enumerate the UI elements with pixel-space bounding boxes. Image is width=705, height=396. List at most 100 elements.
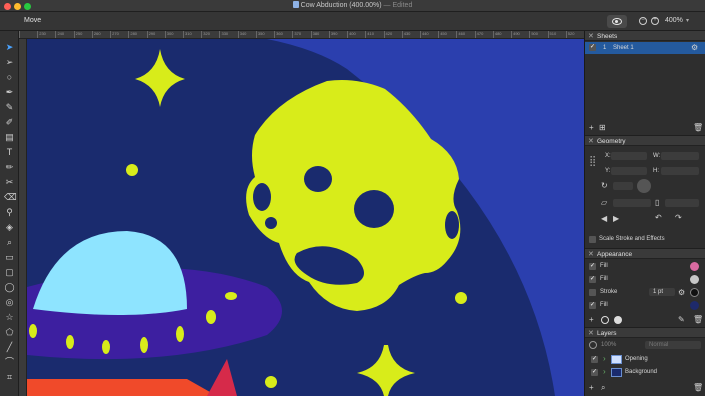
flip-vertical-icon[interactable]: ▶ <box>613 215 619 223</box>
appearance-panel-header[interactable]: ✕ Appearance <box>585 249 705 259</box>
gear-icon[interactable]: ⚙ <box>678 289 685 297</box>
rounded-rect-tool-icon[interactable]: ▢ <box>4 267 15 278</box>
sheet-row[interactable]: ✓ 1 Sheet 1 ⚙ <box>585 42 705 54</box>
dot <box>126 164 138 176</box>
lasso-tool-icon[interactable]: ○ <box>4 72 15 83</box>
opacity-value[interactable]: 100% <box>601 342 616 348</box>
brush-tool-icon[interactable]: ✎ <box>4 102 15 113</box>
ring-tool-icon[interactable]: ◎ <box>4 297 15 308</box>
stroke-swatch[interactable] <box>690 288 699 297</box>
ruler-mark: 300 <box>164 31 173 38</box>
dot <box>455 292 467 304</box>
shear-y-field[interactable] <box>665 199 699 207</box>
w-label: W: <box>653 153 661 159</box>
scale-stroke-checkbox[interactable] <box>589 236 596 243</box>
layers-panel-header[interactable]: ✕ Layers <box>585 328 705 338</box>
arc-tool-icon[interactable]: ⌒ <box>4 357 15 368</box>
layer-row[interactable]: ✓ › Opening <box>585 353 705 366</box>
trash-icon[interactable]: 🗑 <box>693 384 703 392</box>
document-icon <box>292 1 299 8</box>
checkbox[interactable] <box>589 289 596 296</box>
checkbox[interactable]: ✓ <box>591 369 598 376</box>
fill-swatch[interactable] <box>690 275 699 284</box>
fill-label: Fill <box>600 276 608 282</box>
chevron-right-icon[interactable]: › <box>603 355 606 363</box>
trash-icon[interactable]: 🗑 <box>693 124 703 132</box>
x-field[interactable] <box>611 152 647 160</box>
ellipse-tool-icon[interactable]: ◯ <box>4 282 15 293</box>
move-tool-icon[interactable]: ➤ <box>4 42 15 53</box>
sheets-panel-header[interactable]: ✕ Sheets <box>585 31 705 41</box>
checkbox[interactable]: ✓ <box>589 44 596 51</box>
close-icon[interactable]: ✕ <box>588 250 594 258</box>
image-tool-icon[interactable]: ▤ <box>4 132 15 143</box>
appearance-row[interactable]: Stroke 1 pt ⚙ <box>585 287 705 299</box>
pencil-tool-icon[interactable]: ✏ <box>4 162 15 173</box>
fill-swatch[interactable] <box>690 262 699 271</box>
zoom-in-icon[interactable]: + <box>651 17 659 25</box>
stroke-width-field[interactable]: 1 pt <box>649 288 675 296</box>
search-icon[interactable]: ⌕ <box>601 384 605 392</box>
rotate-right-icon[interactable]: ↷ <box>675 214 682 222</box>
fill-tool-icon[interactable]: ◈ <box>4 222 15 233</box>
pen-tool-icon[interactable]: ✒ <box>4 87 15 98</box>
geometry-panel-header[interactable]: ✕ Geometry <box>585 136 705 146</box>
zoom-tool-icon[interactable]: ⌕ <box>4 237 15 248</box>
blend-mode-select[interactable]: Normal <box>645 341 701 349</box>
text-tool-icon[interactable]: T <box>4 147 15 158</box>
canvas[interactable] <box>27 39 584 396</box>
add-icon[interactable]: + <box>589 124 594 132</box>
sheet-number: 1 <box>603 45 607 51</box>
trash-icon[interactable]: 🗑 <box>693 316 703 324</box>
scissors-tool-icon[interactable]: ✂ <box>4 177 15 188</box>
shear-icon[interactable]: ▱ <box>601 199 607 207</box>
rotate-left-icon[interactable]: ↶ <box>655 214 662 222</box>
line-tool-icon[interactable]: ╱ <box>4 342 15 353</box>
rotation-dial[interactable] <box>637 179 651 193</box>
fill-swatch[interactable] <box>690 301 699 310</box>
appearance-row[interactable]: ✓ Fill <box>585 274 705 286</box>
add-icon[interactable]: + <box>589 316 594 324</box>
flip-horizontal-icon[interactable]: ◀ <box>601 215 607 223</box>
checkbox[interactable]: ✓ <box>589 302 596 309</box>
crop-tool-icon[interactable]: ⌗ <box>4 372 15 383</box>
y-field[interactable] <box>611 167 647 175</box>
close-icon[interactable]: ✕ <box>588 329 594 337</box>
lock-icon[interactable]: ▯ <box>655 199 659 207</box>
gear-icon[interactable]: ⚙ <box>691 44 698 52</box>
w-field[interactable] <box>661 152 699 160</box>
close-icon[interactable]: ✕ <box>588 32 594 40</box>
polygon-tool-icon[interactable]: ⬠ <box>4 327 15 338</box>
rectangle-tool-icon[interactable]: ▭ <box>4 252 15 263</box>
sheet-grid-icon[interactable]: ⊞ <box>599 124 606 132</box>
vector-brush-icon[interactable]: ✐ <box>4 117 15 128</box>
checkbox[interactable]: ✓ <box>589 263 596 270</box>
ruler-top: 230 240 250 260 270 280 290 300 310 320 330 340 350 3… <box>19 31 584 39</box>
artwork <box>27 39 584 396</box>
view-mode-button[interactable] <box>607 15 627 28</box>
add-icon[interactable]: + <box>589 384 594 392</box>
appearance-row[interactable]: ✓ Fill <box>585 261 705 273</box>
layer-row[interactable]: ✓ › Background <box>585 366 705 379</box>
star-tool-icon[interactable]: ☆ <box>4 312 15 323</box>
add-fill-icon[interactable] <box>614 316 622 324</box>
chevron-right-icon[interactable]: › <box>603 368 606 376</box>
brush-icon[interactable]: ✎ <box>678 316 685 324</box>
rotate-icon[interactable]: ↻ <box>601 182 608 190</box>
h-field[interactable] <box>661 167 699 175</box>
add-stroke-icon[interactable] <box>601 316 609 324</box>
checkbox[interactable]: ✓ <box>589 276 596 283</box>
checkbox[interactable]: ✓ <box>591 356 598 363</box>
zoom-out-icon[interactable]: − <box>639 17 647 25</box>
current-tool-label: Move <box>24 17 42 24</box>
eyedropper-tool-icon[interactable]: ⚲ <box>4 207 15 218</box>
shear-field[interactable] <box>613 199 651 207</box>
chevron-down-icon[interactable]: ▾ <box>686 17 689 24</box>
node-tool-icon[interactable]: ➢ <box>4 57 15 68</box>
eraser-tool-icon[interactable]: ⌫ <box>4 192 17 203</box>
zoom-level[interactable]: 400% <box>665 17 683 24</box>
appearance-row[interactable]: ✓ Fill <box>585 300 705 312</box>
rotation-field[interactable] <box>613 182 633 190</box>
close-icon[interactable]: ✕ <box>588 137 594 145</box>
anchor-grid-icon[interactable]: ⣿ <box>589 157 596 167</box>
